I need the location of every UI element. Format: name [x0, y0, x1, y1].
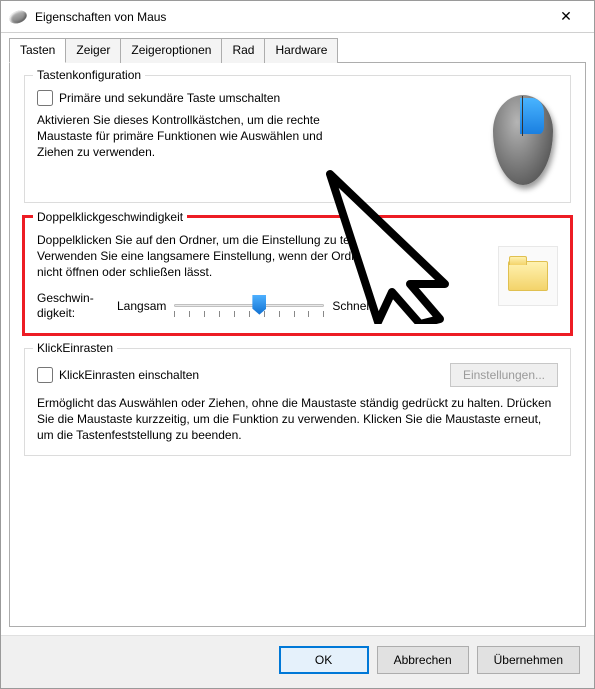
mouse-properties-window: Eigenschaften von Maus ✕ Tasten Zeiger Z…: [0, 0, 595, 689]
cancel-button[interactable]: Abbrechen: [377, 646, 469, 674]
swap-buttons-description: Aktivieren Sie dieses Kontrollkästchen, …: [37, 112, 337, 161]
group-doubleclick-legend: Doppelklickgeschwindigkeit: [33, 210, 187, 224]
tab-hardware[interactable]: Hardware: [264, 38, 338, 63]
group-button-config: Tastenkonfiguration Primäre und sekundär…: [24, 75, 571, 203]
tab-rad[interactable]: Rad: [221, 38, 265, 63]
tab-pane-tasten: Tastenkonfiguration Primäre und sekundär…: [9, 62, 586, 627]
clicklock-description: Ermöglicht das Auswählen oder Ziehen, oh…: [37, 395, 558, 444]
mouse-illustration: [488, 90, 558, 190]
group-button-config-legend: Tastenkonfiguration: [33, 68, 145, 82]
speed-label: Geschwin- digkeit:: [37, 291, 109, 320]
swap-buttons-label: Primäre und sekundäre Taste umschalten: [59, 91, 280, 105]
speed-fast-label: Schnell: [332, 299, 371, 313]
mouse-icon: [7, 8, 28, 25]
swap-buttons-row[interactable]: Primäre und sekundäre Taste umschalten: [37, 90, 488, 106]
ok-button[interactable]: OK: [279, 646, 369, 674]
close-button[interactable]: ✕: [546, 4, 586, 30]
tab-tasten[interactable]: Tasten: [9, 38, 66, 63]
clicklock-checkbox[interactable]: [37, 367, 53, 383]
titlebar: Eigenschaften von Maus ✕: [1, 1, 594, 33]
speed-slow-label: Langsam: [117, 299, 166, 313]
folder-icon: [508, 261, 548, 291]
window-title: Eigenschaften von Maus: [35, 10, 546, 24]
swap-buttons-checkbox[interactable]: [37, 90, 53, 106]
doubleclick-test-folder[interactable]: [498, 246, 558, 306]
group-doubleclick-speed: Doppelklickgeschwindigkeit Doppelklicken…: [24, 217, 571, 334]
tab-zeiger[interactable]: Zeiger: [65, 38, 121, 63]
doubleclick-description: Doppelklicken Sie auf den Ordner, um die…: [37, 232, 407, 281]
group-clicklock: KlickEinrasten KlickEinrasten einschalte…: [24, 348, 571, 457]
tab-zeigeroptionen[interactable]: Zeigeroptionen: [120, 38, 222, 63]
tab-strip: Tasten Zeiger Zeigeroptionen Rad Hardwar…: [1, 33, 594, 62]
dialog-footer: OK Abbrechen Übernehmen: [1, 635, 594, 688]
clicklock-row[interactable]: KlickEinrasten einschalten: [37, 367, 199, 383]
clicklock-settings-button: Einstellungen...: [450, 363, 558, 387]
clicklock-label: KlickEinrasten einschalten: [59, 368, 199, 382]
group-clicklock-legend: KlickEinrasten: [33, 341, 117, 355]
doubleclick-speed-slider[interactable]: [174, 291, 324, 321]
apply-button[interactable]: Übernehmen: [477, 646, 580, 674]
